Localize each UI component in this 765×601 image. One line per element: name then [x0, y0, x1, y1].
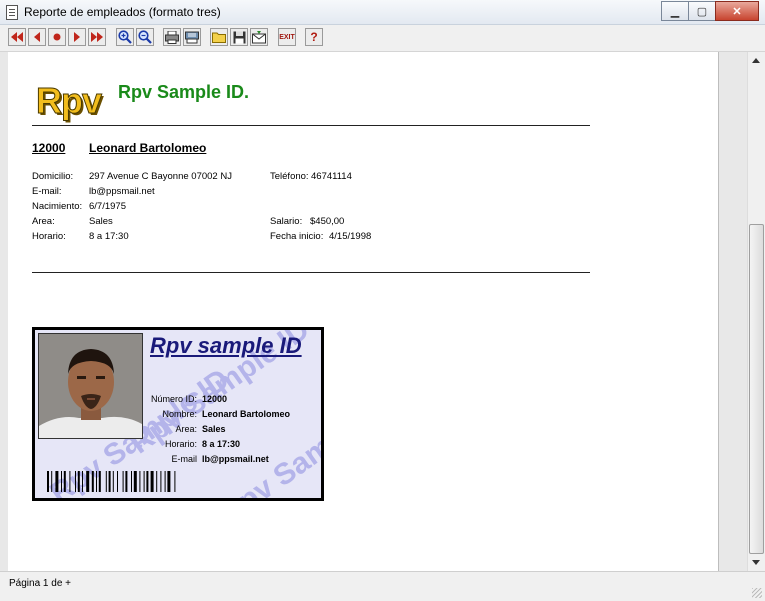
exit-icon: EXIT [279, 33, 295, 41]
card-name-value: Leonard Bartolomeo [202, 409, 291, 419]
maximize-button[interactable]: ▢ [688, 1, 716, 21]
open-button[interactable] [210, 28, 228, 46]
card-title: Rpv sample ID [150, 333, 302, 358]
next-page-button[interactable] [68, 28, 86, 46]
document-icon [6, 5, 18, 20]
email-value: lb@ppsmail.net [89, 186, 155, 197]
window-controls: ▁ ▢ ✕ [661, 1, 759, 21]
red-dot-icon [53, 33, 61, 41]
toolbar: EXIT ? [0, 25, 765, 52]
card-area-value: Sales [202, 424, 226, 434]
start-date-value: 4/15/1998 [329, 231, 372, 242]
employee-name: Leonard Bartolomeo [89, 141, 207, 155]
report-page: Rpv Rpv Sample ID. 12000 Leonard Bartolo… [8, 52, 719, 571]
first-page-button[interactable] [8, 28, 26, 46]
email-label: E-mail: [32, 186, 62, 197]
scroll-down-icon[interactable] [752, 560, 760, 565]
zoom-out-button[interactable] [136, 28, 154, 46]
printer-setup-icon [185, 31, 199, 43]
barcode [47, 471, 176, 492]
help-button[interactable]: ? [305, 28, 323, 46]
scroll-up-icon[interactable] [752, 58, 760, 63]
section-divider [32, 272, 590, 273]
area-value: Sales [89, 216, 113, 227]
printer-icon [165, 30, 179, 44]
prev-page-button[interactable] [28, 28, 46, 46]
magnifier-minus-icon [138, 30, 152, 44]
card-schedule-value: 8 a 17:30 [202, 439, 241, 449]
address-value: 297 Avenue C Bayonne 07002 NJ [89, 171, 232, 182]
exit-button[interactable]: EXIT [278, 28, 296, 46]
schedule-value: 8 a 17:30 [89, 231, 129, 242]
zoom-in-button[interactable] [116, 28, 134, 46]
salary-value: $450,00 [310, 216, 345, 227]
window-title: Reporte de empleados (formato tres) [24, 5, 221, 19]
close-button[interactable]: ✕ [715, 1, 759, 21]
floppy-disk-icon [233, 31, 245, 43]
last-page-button[interactable] [88, 28, 106, 46]
page-indicator: Página 1 de + [9, 578, 71, 589]
salary-label: Salario: [270, 216, 303, 227]
rpv-logo: Rpv [35, 80, 102, 122]
close-icon: ✕ [732, 5, 742, 18]
card-schedule-label: Horario: [164, 439, 197, 449]
start-date-label: Fecha inicio: [270, 231, 324, 242]
minimize-icon: ▁ [670, 5, 680, 18]
card-area-label: Area: [175, 424, 197, 434]
birth-value: 6/7/1975 [89, 201, 126, 212]
folder-icon [212, 32, 226, 43]
address-label: Domicilio: [32, 171, 74, 182]
report-title: Rpv Sample ID. [118, 82, 250, 102]
resize-grip-icon[interactable] [752, 588, 762, 598]
card-id-label: Número ID: [150, 394, 197, 404]
double-left-arrow-icon [11, 32, 23, 42]
employee-id: 12000 [32, 141, 66, 155]
maximize-icon: ▢ [696, 5, 708, 18]
save-button[interactable] [230, 28, 248, 46]
right-arrow-icon [74, 32, 80, 42]
header-divider [32, 125, 590, 126]
left-arrow-icon [34, 32, 40, 42]
scroll-thumb[interactable] [749, 224, 764, 554]
status-bar: Página 1 de + [0, 571, 765, 601]
stop-button[interactable] [48, 28, 66, 46]
double-right-arrow-icon [91, 32, 103, 42]
employee-photo-image [39, 334, 142, 438]
print-button[interactable] [163, 28, 181, 46]
card-email-label: E-mail [171, 454, 197, 464]
report-viewer: Rpv Rpv Sample ID. 12000 Leonard Bartolo… [0, 52, 765, 571]
phone-value: 46741114 [311, 171, 352, 182]
card-name-label: Nombre: [162, 409, 197, 419]
title-bar: Reporte de empleados (formato tres) ▁ ▢ … [0, 0, 765, 25]
id-card: Rpv Sample ID Rpv Sample ID Rpv Sample I… [32, 327, 324, 501]
birth-label: Nacimiento: [32, 201, 83, 212]
email-button[interactable] [250, 28, 268, 46]
minimize-button[interactable]: ▁ [661, 1, 689, 21]
vertical-scrollbar[interactable] [747, 52, 765, 571]
envelope-icon [252, 30, 266, 43]
card-email-value: lb@ppsmail.net [202, 454, 269, 464]
card-id-value: 12000 [202, 394, 228, 404]
area-label: Area: [32, 216, 55, 227]
phone-label: Teléfono: [270, 171, 309, 182]
print-setup-button[interactable] [183, 28, 201, 46]
schedule-label: Horario: [32, 231, 66, 242]
question-mark-icon: ? [310, 30, 318, 44]
magnifier-plus-icon [118, 30, 132, 44]
